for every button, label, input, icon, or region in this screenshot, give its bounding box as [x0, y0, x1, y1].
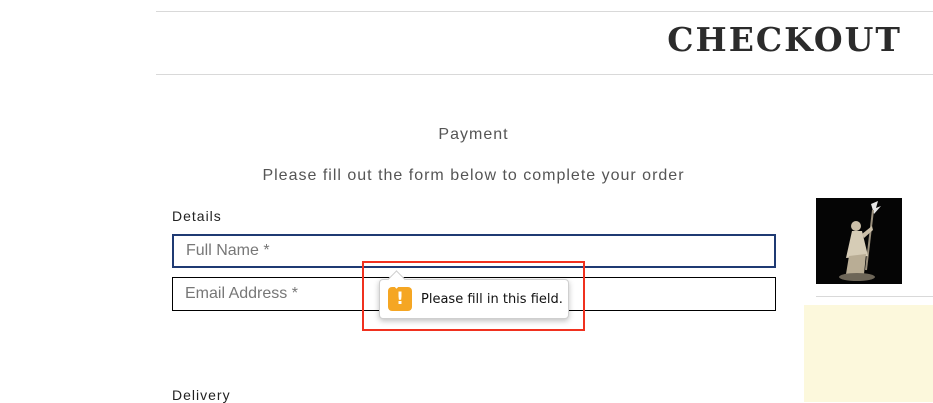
sidebar-divider: [816, 296, 933, 297]
validation-tooltip: ! Please fill in this field.: [379, 270, 569, 319]
delivery-section-label: Delivery: [172, 387, 231, 403]
header-top-divider: [156, 11, 933, 12]
page-title: CHECKOUT: [667, 20, 902, 59]
details-section-label: Details: [172, 208, 222, 224]
validation-message: Please fill in this field.: [421, 291, 563, 307]
wizard-miniature-figure: [816, 198, 902, 284]
header-bottom-divider: [156, 74, 933, 75]
payment-subheading: Please fill out the form below to comple…: [262, 167, 685, 184]
payment-heading: Payment: [438, 126, 509, 143]
warning-icon: !: [388, 287, 412, 311]
order-summary-panel: [804, 305, 933, 402]
product-thumbnail: [816, 198, 902, 284]
